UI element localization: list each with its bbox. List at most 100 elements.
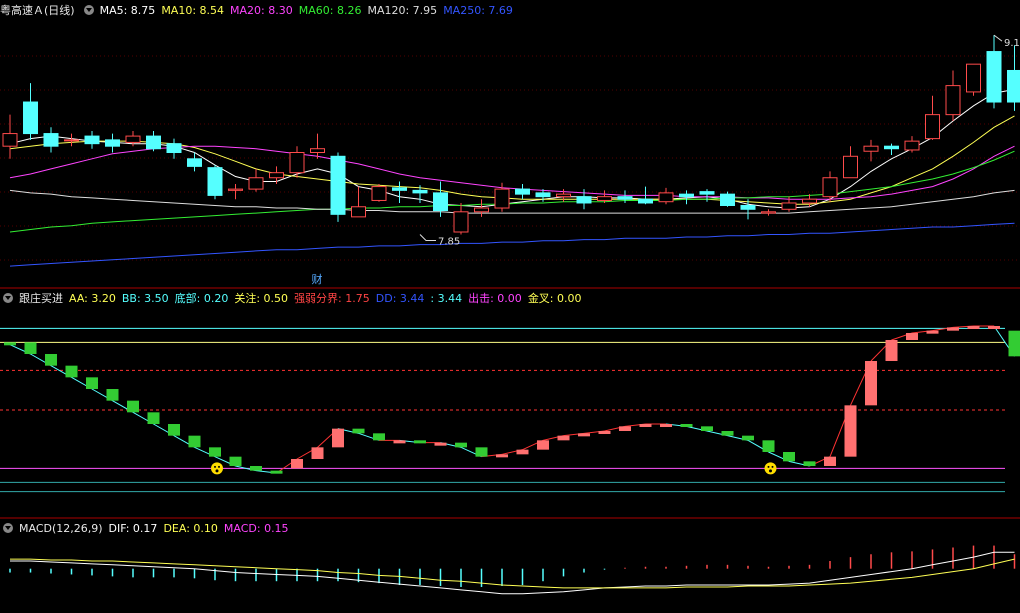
smiley-eye bbox=[767, 465, 770, 468]
indicator-indicator-label-8: 金叉: 0.00 bbox=[527, 292, 582, 305]
candle-body bbox=[248, 177, 264, 190]
indicator-bar bbox=[803, 461, 816, 466]
indicator-bar bbox=[86, 377, 98, 389]
ma-line-ma20 bbox=[9, 145, 1015, 200]
indicator-panel-header: 跟庄买进 AA: 3.20 BB: 3.50 底部: 0.20 关注: 0.50 强弱分界… bbox=[0, 290, 594, 308]
indicator-bar bbox=[229, 456, 242, 466]
candle-body bbox=[720, 193, 735, 206]
candle-body bbox=[330, 155, 346, 215]
smiley-icon bbox=[211, 462, 223, 475]
macd-indicator-label-2: MACD: 0.15 bbox=[223, 522, 289, 535]
macd-indicator-label-1: DEA: 0.10 bbox=[163, 522, 218, 535]
indicator-bar bbox=[1008, 330, 1020, 357]
main-indicator-label-2: MA20: 8.30 bbox=[230, 4, 293, 17]
indicator-indicator-label-6: : 3.44 bbox=[430, 292, 463, 305]
indicator-bar bbox=[373, 433, 385, 441]
candle-body bbox=[43, 133, 59, 147]
indicator-indicator-label-0: AA: 3.20 bbox=[69, 292, 116, 305]
indicator-indicator-label-2: 底部: 0.20 bbox=[174, 292, 229, 305]
indicator-bar bbox=[824, 456, 836, 466]
candle-body bbox=[699, 191, 715, 195]
candle-body bbox=[679, 193, 694, 198]
indicator-bar bbox=[967, 326, 980, 329]
candle-body bbox=[351, 206, 366, 218]
indicator-bar bbox=[742, 435, 754, 441]
candle-body bbox=[986, 51, 1002, 103]
indicator-bar bbox=[988, 326, 1000, 329]
indicator-bar bbox=[496, 454, 508, 458]
indicator-bar bbox=[311, 447, 324, 459]
indicator-bar bbox=[45, 354, 57, 366]
indicator-bar bbox=[414, 440, 426, 444]
macd-dropdown-icon[interactable] bbox=[3, 523, 13, 533]
candle-body bbox=[1007, 69, 1020, 103]
candle-body bbox=[576, 196, 592, 204]
indicator-bar bbox=[516, 449, 529, 455]
indicator-bar bbox=[475, 447, 488, 457]
indicator-bar bbox=[947, 327, 959, 331]
indicator-bar bbox=[762, 440, 775, 452]
candle-body bbox=[412, 189, 428, 194]
candle-body bbox=[433, 192, 448, 212]
indicator-bar bbox=[393, 440, 406, 444]
indicator-bar bbox=[926, 330, 939, 334]
indicator-bar bbox=[680, 424, 693, 427]
smiley-mouth bbox=[215, 469, 219, 473]
macd-indicator-label-0: DIF: 0.17 bbox=[108, 522, 158, 535]
candle-body bbox=[740, 205, 756, 210]
candle-body bbox=[638, 198, 653, 204]
candle-body bbox=[187, 158, 202, 167]
indicator-bar bbox=[885, 340, 898, 361]
candle-body bbox=[269, 172, 284, 179]
candle-body bbox=[597, 196, 612, 201]
candle-body bbox=[945, 85, 961, 116]
finance-marker: 财 bbox=[312, 272, 323, 286]
indicator-bar bbox=[844, 405, 857, 457]
candle-body bbox=[843, 155, 858, 179]
candle-body bbox=[884, 145, 899, 150]
main-panel-header: 粤高速Ａ(日线) MA5: 8.75 MA10: 8.54 MA20: 8.30 MA6… bbox=[0, 2, 525, 20]
smiley-eye bbox=[218, 465, 220, 468]
indicator-bar bbox=[250, 466, 262, 471]
candle-body bbox=[2, 133, 18, 147]
candle-body bbox=[371, 186, 387, 201]
indicator-bar bbox=[783, 452, 795, 462]
ma-line-ma120 bbox=[9, 189, 1015, 214]
indicator-bar bbox=[291, 459, 303, 469]
indicator-bar bbox=[578, 433, 590, 437]
high-price-label: 9.18 bbox=[1004, 38, 1020, 49]
main-indicator-dropdown-icon[interactable] bbox=[83, 5, 94, 15]
candle-body bbox=[64, 139, 79, 142]
indicator-bar bbox=[188, 435, 201, 448]
main-panel-title: 粤高速Ａ(日线) bbox=[0, 4, 75, 17]
candle-body bbox=[84, 135, 100, 145]
candle-body bbox=[453, 211, 469, 233]
ma-line-ma10 bbox=[9, 115, 1015, 205]
indicator-bar bbox=[639, 424, 652, 427]
indicator-bar bbox=[619, 426, 631, 431]
smiley-eye bbox=[771, 465, 774, 468]
candle-body bbox=[781, 202, 797, 210]
main-indicator-label-1: MA10: 8.54 bbox=[161, 4, 225, 17]
candle-body bbox=[761, 211, 776, 214]
candle-body bbox=[904, 140, 920, 151]
main-indicator-label-0: MA5: 8.75 bbox=[99, 4, 156, 17]
smiley-eye bbox=[214, 465, 216, 468]
candle-body bbox=[125, 135, 141, 143]
indicator-dropdown-icon[interactable] bbox=[3, 293, 13, 303]
candle-body bbox=[105, 139, 120, 147]
candle-body bbox=[925, 114, 940, 140]
indicator-bar bbox=[24, 342, 37, 354]
indicator-indicator-label-3: 关注: 0.50 bbox=[234, 292, 289, 305]
low-price-label: 7.85 bbox=[438, 237, 460, 248]
indicator-bar bbox=[168, 424, 180, 436]
candle-body bbox=[392, 187, 407, 191]
candle-body bbox=[617, 196, 633, 200]
candle-body bbox=[310, 148, 325, 153]
indicator-bar bbox=[906, 333, 918, 340]
candle-body bbox=[966, 63, 981, 93]
dif-line bbox=[10, 551, 1015, 595]
main-indicator-label-3: MA60: 8.26 bbox=[298, 4, 362, 17]
indicator-bar bbox=[65, 365, 78, 378]
indicator-bar bbox=[721, 431, 734, 436]
